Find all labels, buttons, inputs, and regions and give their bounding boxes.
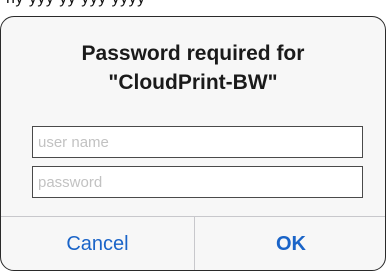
password-alert-dialog: Password required for "CloudPrint-BW" Ca… [0, 16, 386, 271]
dialog-title: Password required for "CloudPrint-BW" [1, 39, 385, 97]
cancel-button[interactable]: Cancel [1, 217, 194, 270]
ok-button[interactable]: OK [195, 217, 385, 270]
password-field[interactable] [32, 166, 363, 198]
username-field[interactable] [32, 126, 363, 158]
dialog-title-printer-name: "CloudPrint-BW" [108, 71, 278, 94]
cropped-text-fragment: ny yyy yy yyy yyyy [6, 0, 146, 8]
dialog-title-line1: Password required for [81, 42, 305, 65]
